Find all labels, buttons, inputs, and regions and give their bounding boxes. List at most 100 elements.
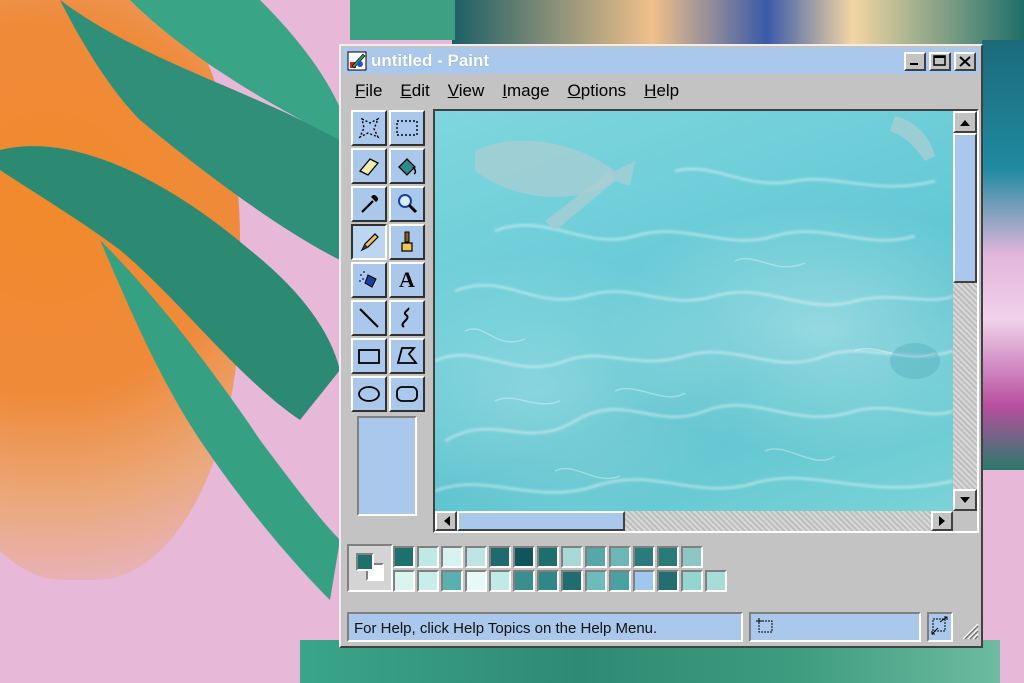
palette-swatch[interactable] <box>489 570 511 592</box>
palette-swatch[interactable] <box>537 570 559 592</box>
palette-swatch[interactable] <box>513 546 535 568</box>
palette-swatch[interactable] <box>681 570 703 592</box>
tool-line[interactable] <box>351 300 387 336</box>
tool-rectangle[interactable] <box>351 338 387 374</box>
free-select-icon <box>358 117 380 139</box>
close-icon <box>959 55 971 67</box>
palette-swatch[interactable] <box>393 570 415 592</box>
scroll-down-button[interactable] <box>953 489 977 511</box>
menu-image[interactable]: Image <box>502 81 549 101</box>
palette-swatch[interactable] <box>561 546 583 568</box>
magnifier-icon <box>398 194 418 214</box>
current-colors[interactable] <box>347 544 393 592</box>
tool-brush[interactable] <box>389 224 425 260</box>
paint-window: untitled - Paint File Edit View Image Op… <box>339 44 983 648</box>
horizontal-scroll-thumb[interactable] <box>457 511 625 531</box>
palette-swatch[interactable] <box>417 546 439 568</box>
tool-rounded-rectangle[interactable] <box>389 376 425 412</box>
canvas-frame <box>433 109 979 533</box>
palette-swatch[interactable] <box>705 570 727 592</box>
palette-swatch[interactable] <box>585 546 607 568</box>
rounded-rect-icon <box>396 386 418 402</box>
tool-magnifier[interactable] <box>389 186 425 222</box>
selection-size-icon <box>931 616 948 635</box>
tool-free-form-select[interactable] <box>351 110 387 146</box>
palette-swatch[interactable] <box>441 570 463 592</box>
scroll-right-button[interactable] <box>931 511 953 531</box>
close-button[interactable] <box>954 51 976 71</box>
tool-eraser[interactable] <box>351 148 387 184</box>
tool-airbrush[interactable] <box>351 262 387 298</box>
tool-curve[interactable] <box>389 300 425 336</box>
menu-view[interactable]: View <box>448 81 485 101</box>
scroll-left-button[interactable] <box>435 511 457 531</box>
drawing-canvas[interactable] <box>435 111 953 511</box>
palette-swatch[interactable] <box>513 570 535 592</box>
palette-swatch[interactable] <box>609 570 631 592</box>
eraser-icon <box>358 158 380 176</box>
polygon-icon <box>396 347 418 364</box>
line-icon <box>359 308 379 328</box>
arrow-up-icon <box>960 119 970 126</box>
status-size-panel <box>927 612 953 642</box>
airbrush-icon <box>359 271 377 288</box>
scrollbar-corner <box>953 511 977 531</box>
palette-swatch[interactable] <box>633 570 655 592</box>
water-image <box>435 116 953 494</box>
paint-app-icon <box>347 51 367 71</box>
palette-swatch[interactable] <box>489 546 511 568</box>
vertical-scrollbar[interactable] <box>953 111 977 511</box>
tool-options-box[interactable] <box>357 416 417 516</box>
palette-swatch[interactable] <box>393 546 415 568</box>
foreground-color <box>356 553 374 571</box>
curve-icon <box>401 307 410 328</box>
status-help-text: For Help, click Help Topics on the Help … <box>347 612 743 642</box>
palette-swatch[interactable] <box>417 570 439 592</box>
horizontal-scrollbar[interactable] <box>435 511 953 531</box>
vertical-scroll-thumb[interactable] <box>953 133 977 283</box>
palette-swatch[interactable] <box>585 570 607 592</box>
tool-pick-color[interactable] <box>351 186 387 222</box>
ellipse-icon <box>358 386 380 402</box>
pencil-icon <box>360 233 379 252</box>
tool-fill-with-color[interactable] <box>389 148 425 184</box>
palette-swatch[interactable] <box>537 546 559 568</box>
menu-bar: File Edit View Image Options Help <box>343 78 979 104</box>
menu-help[interactable]: Help <box>644 81 679 101</box>
maximize-icon <box>933 55 946 66</box>
select-position-icon <box>756 618 773 633</box>
rectangle-icon <box>358 349 380 364</box>
title-bar[interactable]: untitled - Paint <box>343 48 979 74</box>
brush-icon <box>401 231 413 252</box>
palette-swatch[interactable] <box>609 546 631 568</box>
tool-pencil[interactable] <box>351 224 387 260</box>
palette-swatch[interactable] <box>561 570 583 592</box>
palette-swatch[interactable] <box>465 570 487 592</box>
arrow-left-icon <box>443 516 450 526</box>
menu-file[interactable]: File <box>355 81 382 101</box>
scroll-up-button[interactable] <box>953 111 977 133</box>
palette-swatch[interactable] <box>633 546 655 568</box>
tool-text[interactable]: A <box>389 262 425 298</box>
minimize-button[interactable] <box>904 51 926 71</box>
palette-swatch[interactable] <box>681 546 703 568</box>
arrow-down-icon <box>960 496 970 503</box>
palette-swatch[interactable] <box>657 546 679 568</box>
resize-grip-icon[interactable] <box>959 620 979 640</box>
eyedropper-icon <box>361 194 379 213</box>
arrow-right-icon <box>938 516 945 526</box>
rect-select-icon <box>396 120 418 136</box>
status-position-panel <box>749 612 921 642</box>
tool-polygon[interactable] <box>389 338 425 374</box>
window-title: untitled - Paint <box>371 51 490 70</box>
palette-swatch[interactable] <box>441 546 463 568</box>
palette-swatch[interactable] <box>657 570 679 592</box>
toolbox: A <box>351 110 427 530</box>
menu-options[interactable]: Options <box>568 81 627 101</box>
tool-select[interactable] <box>389 110 425 146</box>
maximize-button[interactable] <box>929 51 951 71</box>
menu-edit[interactable]: Edit <box>400 81 429 101</box>
tool-ellipse[interactable] <box>351 376 387 412</box>
status-bar: For Help, click Help Topics on the Help … <box>347 612 979 642</box>
palette-swatch[interactable] <box>465 546 487 568</box>
